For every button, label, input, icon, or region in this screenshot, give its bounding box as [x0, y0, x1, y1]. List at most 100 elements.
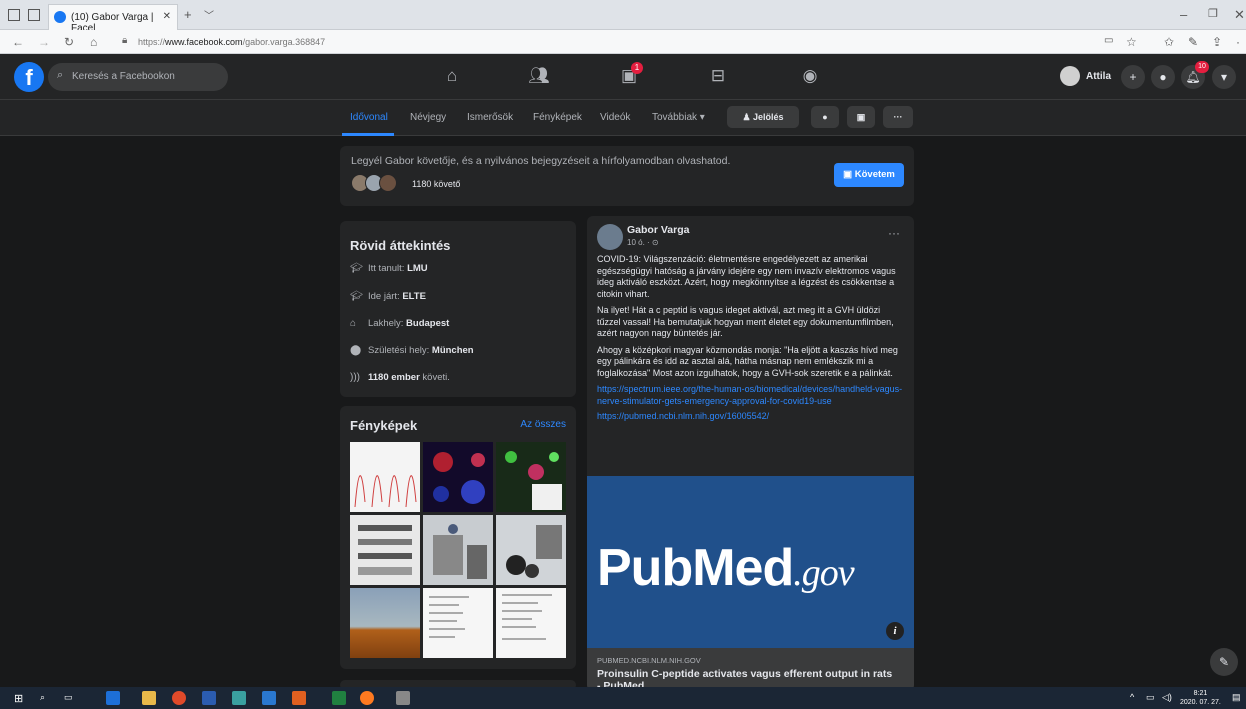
- avatar[interactable]: [597, 224, 623, 250]
- edge-icon[interactable]: [106, 691, 120, 705]
- more-options-button[interactable]: ···: [883, 106, 913, 128]
- post-author[interactable]: Gabor Varga: [627, 224, 689, 236]
- marketplace-nav-icon[interactable]: ⊟: [706, 66, 730, 88]
- close-tab-icon[interactable]: ✕: [163, 11, 171, 22]
- intro-title: Rövid áttekintés: [350, 238, 451, 253]
- post-link[interactable]: https://pubmed.ncbi.nlm.nih.gov/16005542…: [597, 411, 905, 423]
- new-tab-icon[interactable]: +: [184, 7, 192, 22]
- new-message-icon[interactable]: ✎: [1210, 648, 1238, 676]
- friends-nav-icon[interactable]: 👥︎: [527, 66, 551, 88]
- post-link[interactable]: https://spectrum.ieee.org/the-human-os/b…: [597, 384, 905, 407]
- share-icon[interactable]: ⇪: [1212, 35, 1222, 49]
- home-icon[interactable]: ⌂: [90, 35, 97, 49]
- more-icon[interactable]: ·: [1236, 35, 1240, 49]
- favorites-icon[interactable]: ✩: [1164, 35, 1174, 49]
- watch-nav-icon[interactable]: ▣ 1: [617, 62, 643, 88]
- see-all-photos-link[interactable]: Az összes: [520, 419, 566, 430]
- facebook-logo-icon[interactable]: f: [14, 62, 44, 92]
- notifications-bell-icon[interactable]: 🔔︎ 10: [1181, 61, 1209, 89]
- photo-grid: [350, 442, 566, 660]
- refresh-icon[interactable]: ↻: [64, 35, 74, 49]
- follow-button-label: Követem: [854, 169, 895, 180]
- photo-thumbnail[interactable]: [350, 442, 420, 512]
- word-icon[interactable]: [202, 691, 216, 705]
- post-timestamp[interactable]: 10 ó. · ⊙: [627, 238, 659, 247]
- close-window-icon[interactable]: ✕: [1234, 7, 1245, 23]
- photo-thumbnail[interactable]: [350, 515, 420, 585]
- powerpoint-icon[interactable]: [292, 691, 306, 705]
- user-name: Attila: [1086, 71, 1111, 82]
- photo-thumbnail[interactable]: [496, 515, 566, 585]
- photo-thumbnail[interactable]: [496, 588, 566, 658]
- calculator-icon[interactable]: [396, 691, 410, 705]
- photo-thumbnail[interactable]: [350, 588, 420, 658]
- post-paragraph: COVID-19: Világszenzáció: életmentésre e…: [597, 254, 896, 299]
- photo-thumbnail[interactable]: [496, 442, 566, 512]
- create-plus-icon[interactable]: +: [1121, 65, 1145, 89]
- message-button[interactable]: ●: [811, 106, 839, 128]
- back-icon[interactable]: ←: [12, 35, 24, 49]
- task-view-icon[interactable]: ▭: [64, 692, 73, 703]
- info-icon[interactable]: i: [886, 622, 904, 640]
- windows-start-icon[interactable]: ⊞: [14, 692, 23, 705]
- location-pin-icon: ⬤: [350, 345, 362, 356]
- rss-icon: ))): [350, 372, 360, 383]
- app-icon[interactable]: [262, 691, 276, 705]
- tab-actions-icon[interactable]: [8, 9, 20, 21]
- search-input[interactable]: ⌕ Keresés a Facebookon: [48, 63, 228, 91]
- watch-badge: 1: [631, 62, 643, 74]
- follower-count[interactable]: 1180 követő: [412, 179, 460, 189]
- tab-videos[interactable]: Videók: [600, 112, 630, 123]
- intro-row-followers: ))) 1180 ember követi.: [350, 372, 450, 383]
- network-icon[interactable]: ▭: [1146, 692, 1155, 703]
- active-tab-indicator: [342, 133, 394, 136]
- file-explorer-icon[interactable]: [142, 691, 156, 705]
- photo-thumbnail[interactable]: [423, 442, 493, 512]
- favorite-star-icon[interactable]: ☆: [1126, 35, 1137, 49]
- tab-photos[interactable]: Fényképek: [533, 112, 582, 123]
- taskbar-clock[interactable]: 8:21 2020. 07. 27.: [1180, 689, 1221, 707]
- tag-button[interactable]: ♟ Jelölés: [727, 106, 799, 128]
- tabs-aside-icon[interactable]: [28, 9, 40, 21]
- profile-shortcut[interactable]: Attila: [1060, 66, 1111, 88]
- tag-button-label: Jelölés: [753, 112, 784, 122]
- link-preview-meta[interactable]: PUBMED.NCBI.NLM.NIH.GOV Proinsulin C-pep…: [587, 648, 914, 691]
- post-options-icon[interactable]: ···: [888, 226, 900, 240]
- home-nav-icon[interactable]: ⌂: [440, 66, 464, 88]
- avatar: [1060, 66, 1080, 86]
- search-icon[interactable]: ⌕: [40, 692, 45, 703]
- volume-icon[interactable]: ◁): [1162, 692, 1172, 703]
- graduation-cap-icon: 🎓︎: [350, 263, 363, 274]
- messenger-icon[interactable]: ●: [1151, 65, 1175, 89]
- photo-thumbnail[interactable]: [423, 515, 493, 585]
- browser-tab[interactable]: (10) Gabor Varga | Facel ✕: [48, 4, 178, 34]
- reading-view-icon[interactable]: ▭: [1104, 35, 1113, 46]
- tab-list-icon[interactable]: ﹀: [204, 7, 214, 22]
- follow-prompt: Legyél Gabor követője, és a nyilvános be…: [340, 146, 914, 206]
- follow-button[interactable]: ▣ Követem: [834, 163, 904, 187]
- facebook-favicon-icon: [54, 11, 66, 23]
- photo-thumbnail[interactable]: [423, 588, 493, 658]
- chrome-icon[interactable]: [172, 691, 186, 705]
- lock-icon: 🔒︎: [122, 35, 128, 46]
- tab-timeline[interactable]: Idővonal: [350, 112, 388, 123]
- forward-icon[interactable]: →: [38, 35, 50, 49]
- firefox-icon[interactable]: [360, 691, 374, 705]
- show-hidden-icons-icon[interactable]: ^: [1130, 692, 1134, 702]
- pen-icon[interactable]: ✎: [1188, 35, 1198, 49]
- groups-nav-icon[interactable]: ◉: [798, 66, 822, 88]
- tab-more[interactable]: Továbbiak ▾: [652, 112, 705, 123]
- excel-icon[interactable]: [332, 691, 346, 705]
- follow-icon-button[interactable]: ▣: [847, 106, 875, 128]
- minimize-icon[interactable]: –: [1180, 7, 1187, 22]
- tab-friends[interactable]: Ismerősök: [467, 112, 513, 123]
- restore-icon[interactable]: ❐: [1208, 7, 1218, 20]
- avatar: [379, 174, 397, 192]
- action-center-icon[interactable]: ▤: [1232, 692, 1241, 703]
- url-field[interactable]: https://www.facebook.com/gabor.varga.368…: [138, 37, 325, 47]
- post-card: Gabor Varga 10 ó. · ⊙ ··· COVID-19: Vilá…: [587, 216, 914, 691]
- account-menu-chevron-icon[interactable]: ▾: [1212, 65, 1236, 89]
- link-preview-image[interactable]: PubMed.gov i: [587, 476, 914, 648]
- app-icon[interactable]: [232, 691, 246, 705]
- tab-about[interactable]: Névjegy: [410, 112, 446, 123]
